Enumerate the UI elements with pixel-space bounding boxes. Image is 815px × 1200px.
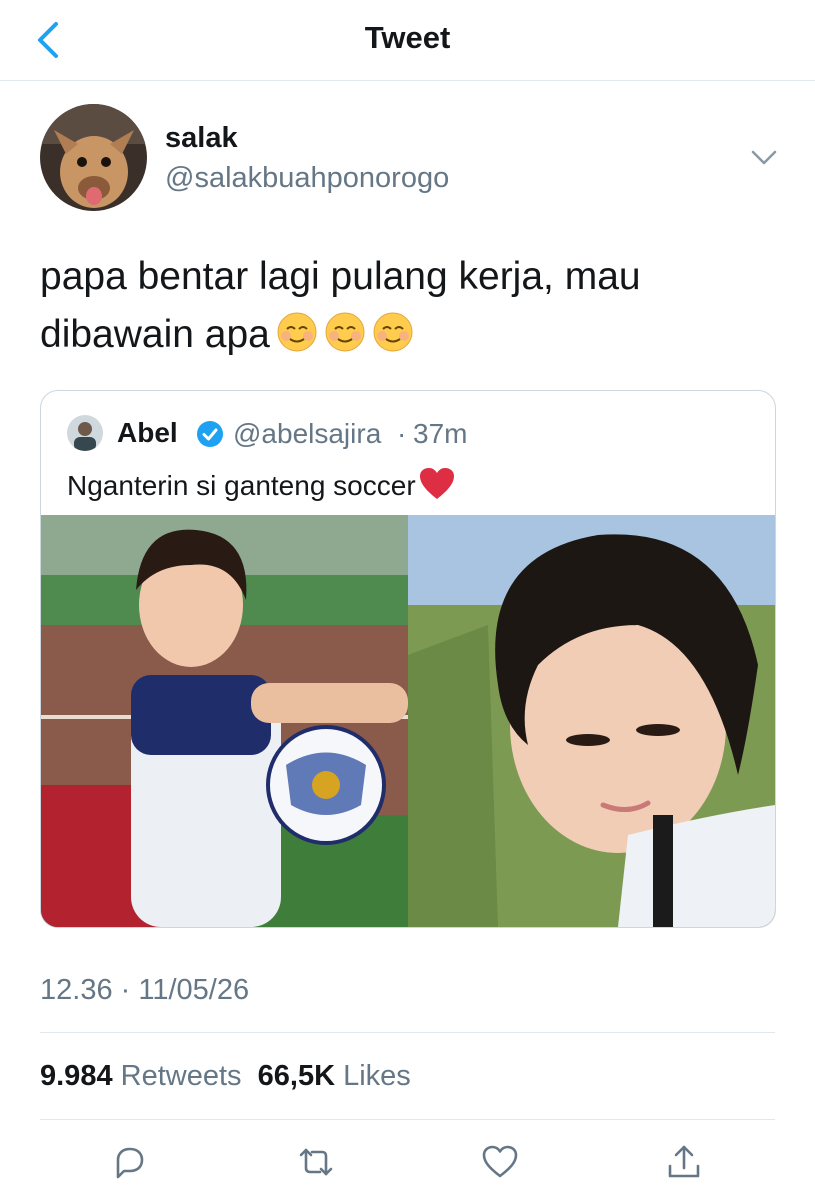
likes-count: 66,5K (257, 1060, 336, 1092)
quoted-media[interactable] (41, 515, 775, 927)
separator-dot: · (397, 418, 407, 449)
retweets-label: Retweets (120, 1060, 242, 1092)
top-bar: Tweet (0, 0, 815, 81)
share-button[interactable] (664, 1142, 704, 1182)
share-icon (668, 1145, 700, 1178)
tweet-stats: 9.984 Retweets 66,5K Likes (40, 1060, 411, 1093)
selfie-on-field-photo[interactable] (408, 515, 775, 927)
quoted-handle[interactable]: @abelsajira (233, 418, 381, 450)
retweets-count: 9.984 (40, 1060, 113, 1092)
avatar[interactable] (40, 104, 147, 211)
quoted-avatar[interactable] (67, 415, 103, 451)
verified-badge-icon (197, 421, 223, 447)
retweet-button[interactable] (296, 1142, 336, 1182)
smiling-face-icon (373, 312, 413, 352)
quoted-text-content: Nganterin si ganteng soccer (67, 470, 416, 501)
likes-stat[interactable]: 66,5K Likes (258, 1060, 411, 1092)
retweet-icon (299, 1148, 333, 1176)
retweets-stat[interactable]: 9.984 Retweets (40, 1060, 242, 1092)
user-handle[interactable]: @salakbuahponorogo (165, 162, 449, 195)
quoted-display-name[interactable]: Abel (117, 417, 178, 449)
divider (40, 1032, 775, 1033)
boy-with-soccer-ball-photo[interactable] (41, 515, 408, 927)
quoted-tweet[interactable]: Abel @abelsajira · 37m Nganterin si gant… (40, 390, 776, 928)
divider (40, 1119, 775, 1120)
chevron-down-icon (751, 150, 777, 165)
likes-label: Likes (343, 1060, 411, 1092)
quoted-text: Nganterin si ganteng soccer (67, 467, 455, 502)
reply-icon (116, 1147, 144, 1179)
tweet-timestamp: 12.36 · 11/05/26 (40, 974, 250, 1006)
red-heart-icon (419, 468, 454, 499)
tweet-text: papa bentar lagi pulang kerja, mau dibaw… (40, 248, 760, 364)
reply-button[interactable] (110, 1142, 150, 1182)
display-name[interactable]: salak (165, 122, 238, 155)
like-button[interactable] (480, 1142, 520, 1182)
smiling-face-icon (325, 312, 365, 352)
like-icon (482, 1145, 518, 1178)
more-options-button[interactable] (748, 144, 780, 172)
page-title: Tweet (364, 20, 451, 55)
smiling-face-icon (277, 312, 317, 352)
quoted-time: 37m (413, 418, 468, 449)
